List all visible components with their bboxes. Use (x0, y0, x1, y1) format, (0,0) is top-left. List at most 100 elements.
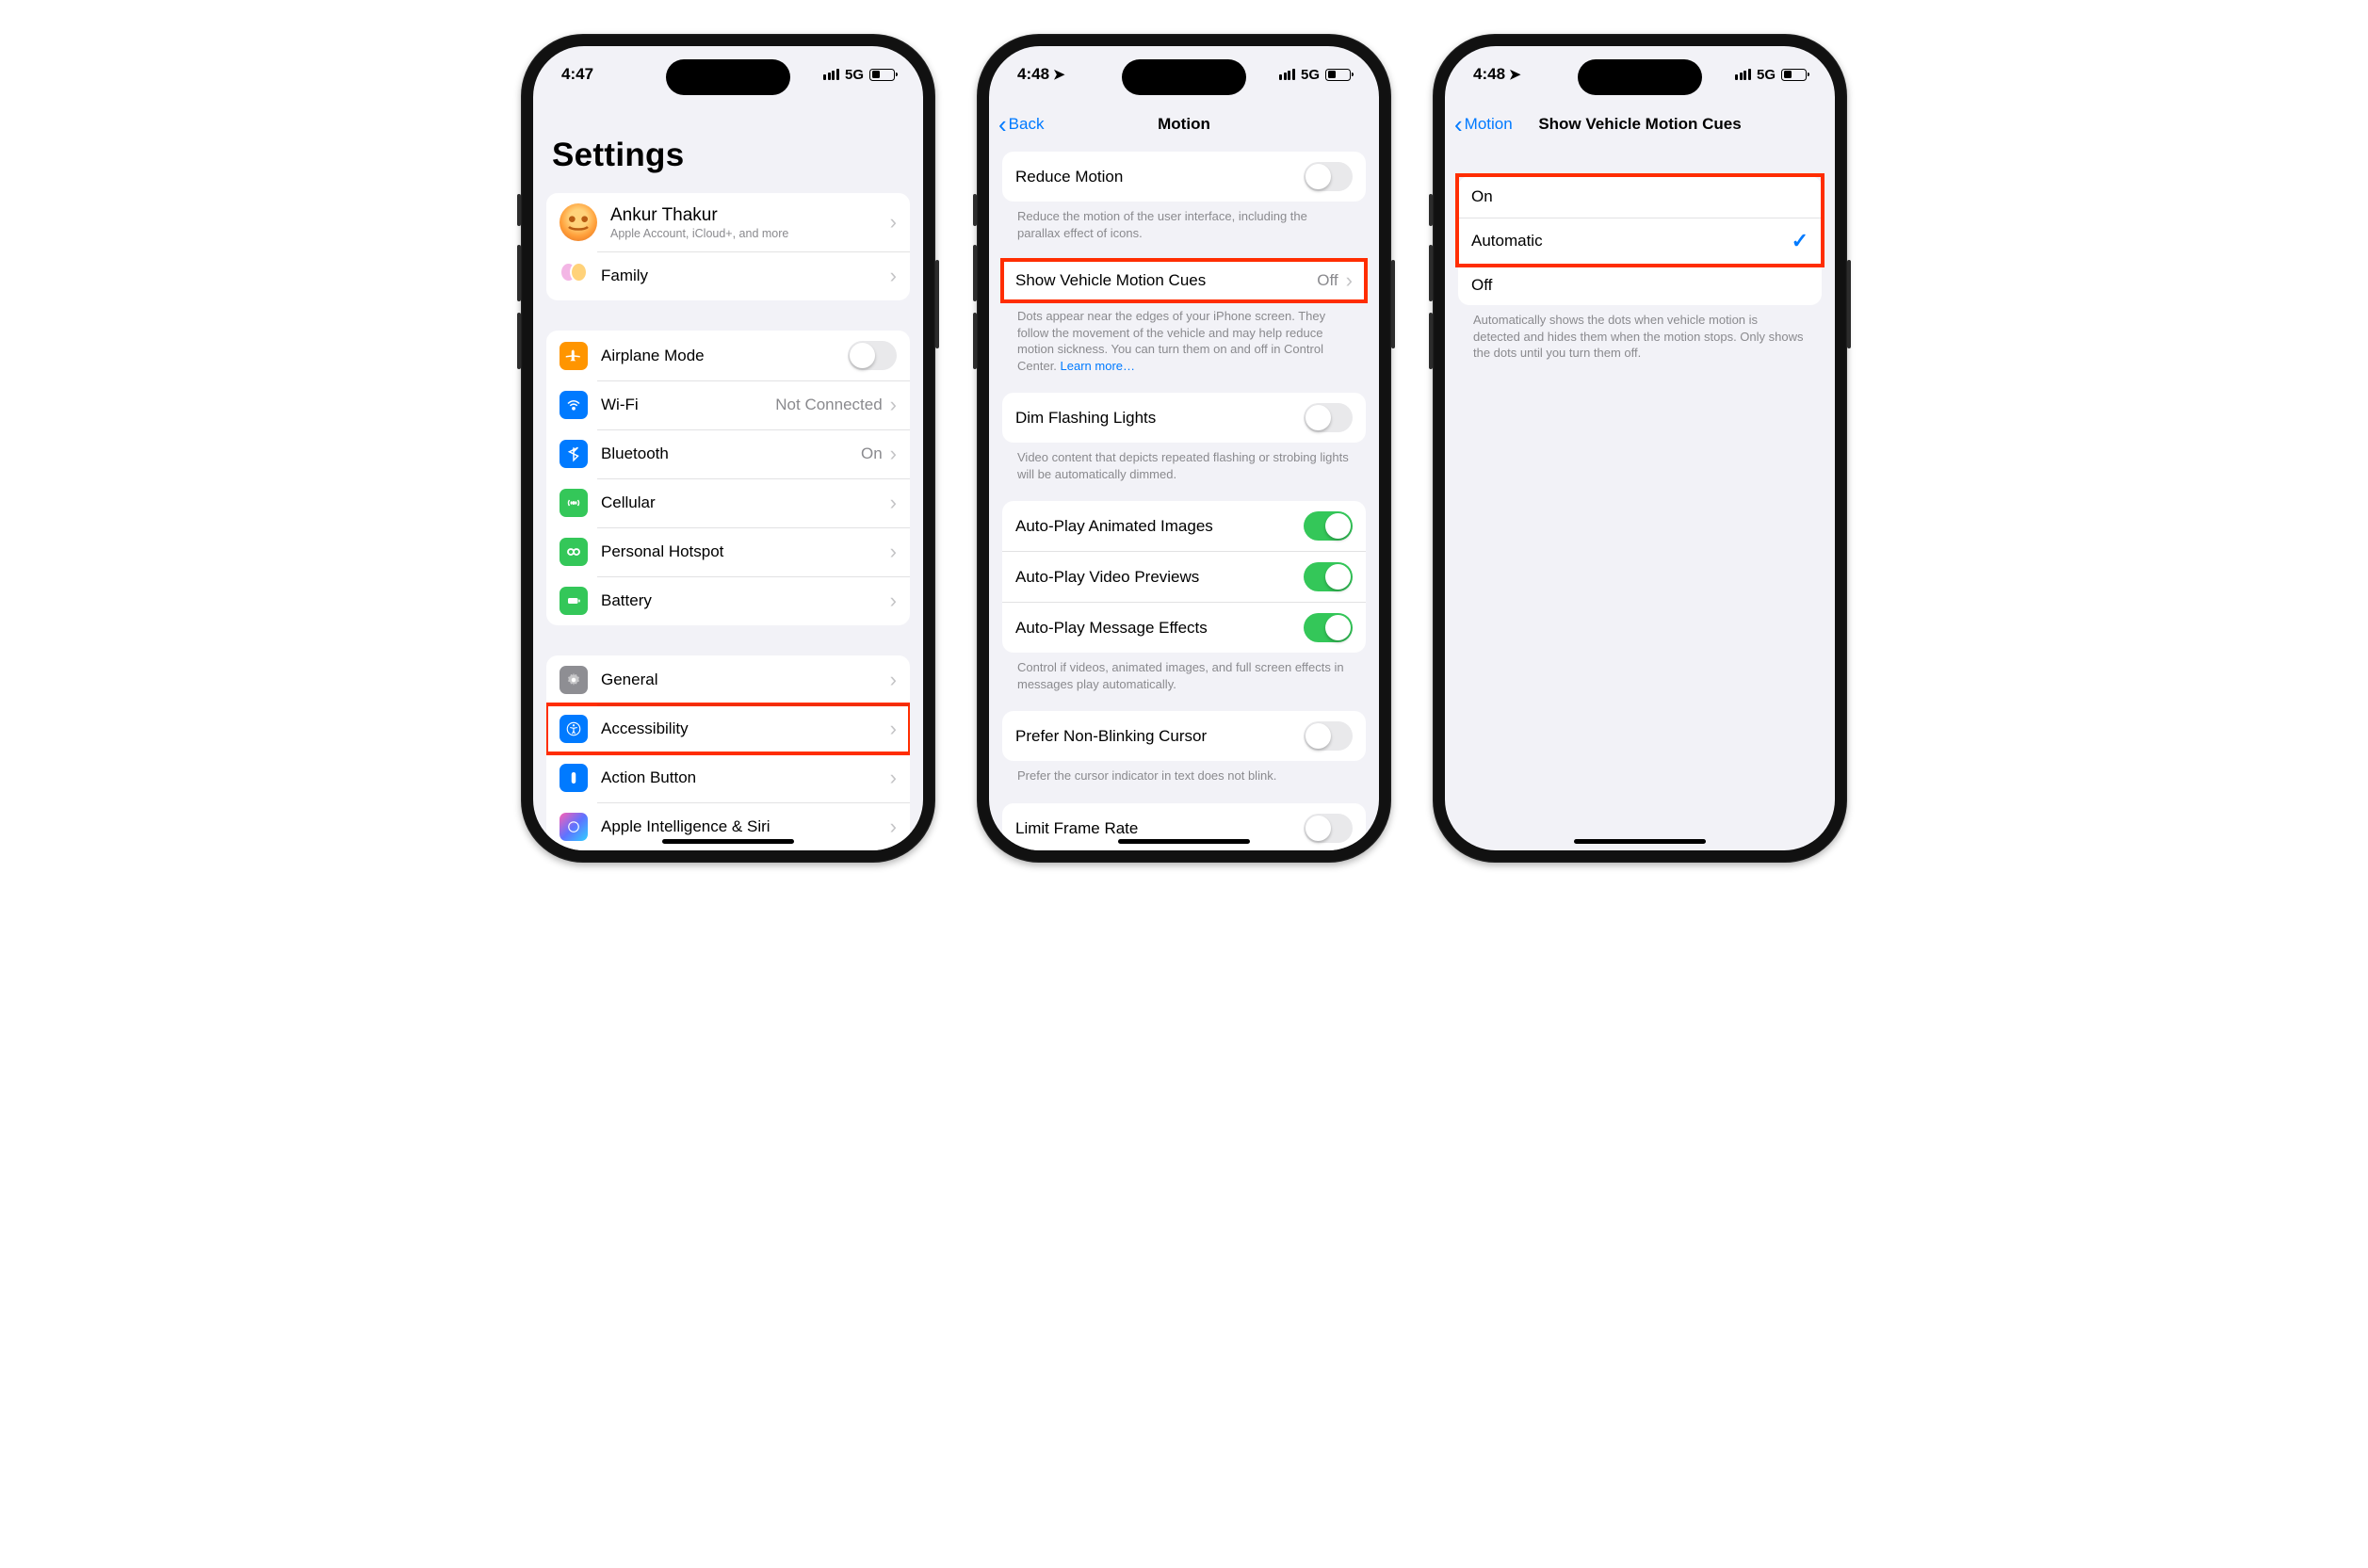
battery-row[interactable]: Battery › (546, 576, 910, 625)
airplane-switch[interactable] (848, 341, 897, 370)
action-button-row[interactable]: Action Button › (546, 753, 910, 802)
row-label: Auto-Play Animated Images (1015, 517, 1304, 536)
gear-icon (560, 666, 588, 694)
signal-icon (1735, 69, 1751, 80)
auto-message-row[interactable]: Auto-Play Message Effects (1002, 602, 1366, 653)
cellular-row[interactable]: Cellular › (546, 478, 910, 527)
status-time: 4:48 (1473, 65, 1505, 84)
side-button (1429, 194, 1433, 226)
network-label: 5G (1757, 67, 1776, 83)
nav-title: Motion (989, 115, 1379, 134)
reduce-motion-switch[interactable] (1304, 162, 1353, 191)
auto-message-switch[interactable] (1304, 613, 1353, 642)
dynamic-island (1578, 59, 1702, 95)
bluetooth-row[interactable]: Bluetooth On › (546, 429, 910, 478)
signal-icon (1279, 69, 1295, 80)
side-button (517, 194, 521, 226)
row-label: Prefer Non-Blinking Cursor (1015, 727, 1304, 746)
status-time: 4:47 (561, 65, 593, 84)
row-label: Auto-Play Message Effects (1015, 619, 1304, 638)
action-icon (560, 764, 588, 792)
phone-frame-1: 4:47 5G Settings Ankur Thakur Apple Acco… (521, 34, 935, 863)
accessibility-row[interactable]: Accessibility › (546, 704, 910, 753)
dynamic-island (1122, 59, 1246, 95)
footer-text: Control if videos, animated images, and … (1002, 653, 1366, 703)
phone-frame-3: 4:48 ➤ 5G ‹ Motion Show Vehicle Motion C… (1433, 34, 1847, 863)
footer-text: Dots appear near the edges of your iPhon… (1002, 301, 1366, 385)
option-on[interactable]: On (1458, 176, 1822, 218)
row-label: Automatic (1471, 232, 1792, 251)
row-label: Wi-Fi (601, 396, 768, 414)
account-name: Ankur Thakur (610, 205, 883, 226)
wifi-row[interactable]: Wi-Fi Not Connected › (546, 380, 910, 429)
footer-text: Video content that depicts repeated flas… (1002, 443, 1366, 493)
footer-text: Reduce the motion of the user interface,… (1002, 202, 1366, 252)
side-button (517, 245, 521, 301)
auto-video-row[interactable]: Auto-Play Video Previews (1002, 551, 1366, 602)
battery-icon (1325, 69, 1351, 81)
side-button (973, 313, 977, 369)
vehicle-cues-row[interactable]: Show Vehicle Motion Cues Off › (1002, 260, 1366, 301)
battery-icon (560, 587, 588, 615)
family-avatars (560, 262, 588, 290)
phone-frame-2: 4:48 ➤ 5G ‹ Back Motion Reduce Motion (977, 34, 1391, 863)
location-icon: ➤ (1053, 66, 1065, 83)
row-label: Personal Hotspot (601, 542, 883, 561)
row-label: Apple Intelligence & Siri (601, 817, 883, 836)
family-row[interactable]: Family › (546, 251, 910, 300)
siri-icon (560, 813, 588, 841)
row-label: Battery (601, 591, 883, 610)
row-label: On (1471, 187, 1808, 206)
row-label: Accessibility (601, 719, 883, 738)
footer-text: Automatically shows the dots when vehicl… (1458, 305, 1822, 373)
side-button (1391, 260, 1395, 348)
side-button (1847, 260, 1851, 348)
side-button (1429, 313, 1433, 369)
row-label: Airplane Mode (601, 347, 848, 365)
side-button (1429, 245, 1433, 301)
side-button (973, 245, 977, 301)
location-icon: ➤ (1509, 66, 1521, 83)
home-indicator[interactable] (662, 839, 794, 844)
row-label: Action Button (601, 768, 883, 787)
network-label: 5G (1301, 67, 1320, 83)
status-time: 4:48 (1017, 65, 1049, 84)
checkmark-icon: ✓ (1792, 229, 1808, 253)
account-sub: Apple Account, iCloud+, and more (610, 227, 883, 240)
auto-video-switch[interactable] (1304, 562, 1353, 591)
cursor-row[interactable]: Prefer Non-Blinking Cursor (1002, 711, 1366, 761)
dim-flashing-row[interactable]: Dim Flashing Lights (1002, 393, 1366, 443)
auto-images-row[interactable]: Auto-Play Animated Images (1002, 501, 1366, 551)
cellular-icon (560, 489, 588, 517)
auto-images-switch[interactable] (1304, 511, 1353, 541)
home-indicator[interactable] (1574, 839, 1706, 844)
hotspot-icon (560, 538, 588, 566)
page-title: Settings (546, 103, 910, 186)
airplane-icon (560, 342, 588, 370)
dynamic-island (666, 59, 790, 95)
hotspot-row[interactable]: Personal Hotspot › (546, 527, 910, 576)
row-label: Limit Frame Rate (1015, 819, 1304, 838)
row-value: On (861, 445, 883, 463)
row-label: Bluetooth (601, 445, 853, 463)
frame-rate-switch[interactable] (1304, 814, 1353, 843)
dim-flashing-switch[interactable] (1304, 403, 1353, 432)
row-value: Not Connected (775, 396, 882, 414)
learn-more-link[interactable]: Learn more… (1061, 359, 1135, 373)
reduce-motion-row[interactable]: Reduce Motion (1002, 152, 1366, 202)
signal-icon (823, 69, 839, 80)
battery-icon (1781, 69, 1807, 81)
option-automatic[interactable]: Automatic ✓ (1458, 218, 1822, 264)
airplane-row[interactable]: Airplane Mode (546, 331, 910, 380)
general-row[interactable]: General › (546, 655, 910, 704)
row-label: Auto-Play Video Previews (1015, 568, 1304, 587)
avatar (560, 203, 597, 241)
account-row[interactable]: Ankur Thakur Apple Account, iCloud+, and… (546, 193, 910, 251)
row-value: Off (1317, 271, 1338, 290)
home-indicator[interactable] (1118, 839, 1250, 844)
option-off[interactable]: Off (1458, 264, 1822, 305)
accessibility-icon (560, 715, 588, 743)
cursor-switch[interactable] (1304, 721, 1353, 751)
side-button (973, 194, 977, 226)
family-label: Family (601, 267, 883, 285)
